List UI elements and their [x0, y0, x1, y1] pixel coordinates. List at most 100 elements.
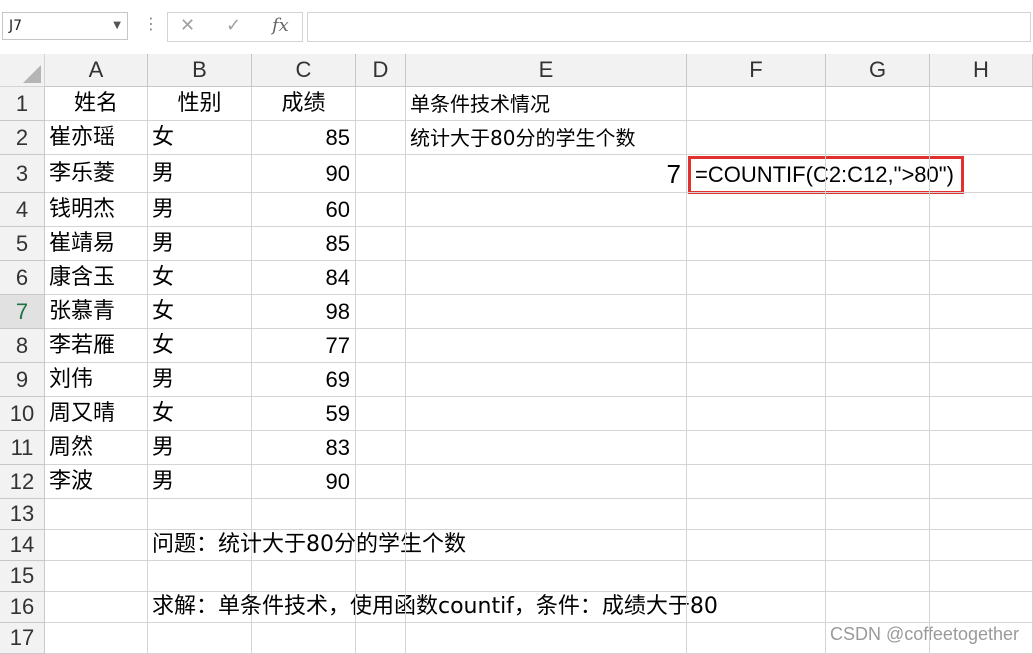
cell-c12[interactable]: 90: [252, 465, 356, 499]
cell-f13[interactable]: [687, 499, 826, 530]
cell-d1[interactable]: [356, 87, 406, 121]
cell-c2[interactable]: 85: [252, 121, 356, 155]
row-header-15[interactable]: 15: [0, 561, 45, 592]
cell-d15[interactable]: [356, 561, 406, 592]
cell-d2[interactable]: [356, 121, 406, 155]
cell-g9[interactable]: [826, 363, 930, 397]
cell-f6[interactable]: [687, 261, 826, 295]
cell-h13[interactable]: [930, 499, 1033, 530]
cell-c11[interactable]: 83: [252, 431, 356, 465]
cell-g17[interactable]: [826, 623, 930, 654]
row-header-3[interactable]: 3: [0, 155, 45, 193]
cell-b6[interactable]: 女: [148, 261, 252, 295]
cell-h16[interactable]: [930, 592, 1033, 623]
cell-h14[interactable]: [930, 530, 1033, 561]
cell-b13[interactable]: [148, 499, 252, 530]
cell-g1[interactable]: [826, 87, 930, 121]
chevron-down-icon[interactable]: ▼: [113, 13, 121, 39]
cell-e5[interactable]: [406, 227, 687, 261]
cell-d5[interactable]: [356, 227, 406, 261]
cell-h11[interactable]: [930, 431, 1033, 465]
cell-e15[interactable]: [406, 561, 687, 592]
cell-e10[interactable]: [406, 397, 687, 431]
cell-a4[interactable]: 钱明杰: [45, 193, 148, 227]
cell-b11[interactable]: 男: [148, 431, 252, 465]
fx-icon[interactable]: fx: [272, 15, 289, 36]
cell-f12[interactable]: [687, 465, 826, 499]
column-header-f[interactable]: F: [687, 54, 826, 87]
cell-a9[interactable]: 刘伟: [45, 363, 148, 397]
cell-d6[interactable]: [356, 261, 406, 295]
row-header-10[interactable]: 10: [0, 397, 45, 431]
cell-a10[interactable]: 周又晴: [45, 397, 148, 431]
cell-g11[interactable]: [826, 431, 930, 465]
column-header-g[interactable]: G: [826, 54, 930, 87]
cell-h5[interactable]: [930, 227, 1033, 261]
cell-c15[interactable]: [252, 561, 356, 592]
cell-e4[interactable]: [406, 193, 687, 227]
cell-f5[interactable]: [687, 227, 826, 261]
cell-e16[interactable]: [406, 592, 687, 623]
name-box[interactable]: J7 ▼: [2, 12, 128, 40]
cell-f1[interactable]: [687, 87, 826, 121]
cell-f2[interactable]: [687, 121, 826, 155]
cell-c17[interactable]: [252, 623, 356, 654]
formula-input[interactable]: [307, 12, 1031, 42]
column-header-e[interactable]: E: [406, 54, 687, 87]
cell-a11[interactable]: 周然: [45, 431, 148, 465]
cell-g2[interactable]: [826, 121, 930, 155]
cell-h9[interactable]: [930, 363, 1033, 397]
cell-e6[interactable]: [406, 261, 687, 295]
row-header-2[interactable]: 2: [0, 121, 45, 155]
cell-b17[interactable]: [148, 623, 252, 654]
column-header-a[interactable]: A: [45, 54, 148, 87]
cell-h17[interactable]: [930, 623, 1033, 654]
cell-b14[interactable]: 问题：统计大于80分的学生个数: [148, 530, 466, 561]
cell-a3[interactable]: 李乐菱: [45, 155, 148, 193]
cell-b5[interactable]: 男: [148, 227, 252, 261]
cell-a17[interactable]: [45, 623, 148, 654]
cell-c5[interactable]: 85: [252, 227, 356, 261]
row-header-14[interactable]: 14: [0, 530, 45, 561]
cell-d8[interactable]: [356, 329, 406, 363]
cell-e3[interactable]: 7: [406, 155, 687, 193]
cell-c6[interactable]: 84: [252, 261, 356, 295]
cell-g3[interactable]: [826, 155, 930, 193]
cell-d16[interactable]: [356, 592, 406, 623]
cell-e13[interactable]: [406, 499, 687, 530]
cell-f9[interactable]: [687, 363, 826, 397]
cell-d11[interactable]: [356, 431, 406, 465]
cell-c7[interactable]: 98: [252, 295, 356, 329]
drag-handle-icon[interactable]: ⋮: [143, 14, 159, 33]
cell-e1[interactable]: 单条件技术情况: [406, 87, 687, 121]
cell-c10[interactable]: 59: [252, 397, 356, 431]
row-header-1[interactable]: 1: [0, 87, 45, 121]
cell-d14[interactable]: [356, 530, 406, 561]
cell-e12[interactable]: [406, 465, 687, 499]
column-header-h[interactable]: H: [930, 54, 1033, 87]
row-header-8[interactable]: 8: [0, 329, 45, 363]
cell-g14[interactable]: [826, 530, 930, 561]
cell-d12[interactable]: [356, 465, 406, 499]
row-header-9[interactable]: 9: [0, 363, 45, 397]
cell-f3[interactable]: [687, 155, 826, 193]
cell-c3[interactable]: 90: [252, 155, 356, 193]
cell-e14[interactable]: [406, 530, 687, 561]
cell-f10[interactable]: [687, 397, 826, 431]
cell-a15[interactable]: [45, 561, 148, 592]
cell-c13[interactable]: [252, 499, 356, 530]
row-header-17[interactable]: 17: [0, 623, 45, 654]
cell-b7[interactable]: 女: [148, 295, 252, 329]
cell-f4[interactable]: [687, 193, 826, 227]
row-header-11[interactable]: 11: [0, 431, 45, 465]
cell-g16[interactable]: [826, 592, 930, 623]
cell-a16[interactable]: [45, 592, 148, 623]
row-header-16[interactable]: 16: [0, 592, 45, 623]
row-header-12[interactable]: 12: [0, 465, 45, 499]
cell-g7[interactable]: [826, 295, 930, 329]
cell-b15[interactable]: [148, 561, 252, 592]
cell-c4[interactable]: 60: [252, 193, 356, 227]
cell-d3[interactable]: [356, 155, 406, 193]
row-header-7[interactable]: 7: [0, 295, 45, 329]
cell-c8[interactable]: 77: [252, 329, 356, 363]
